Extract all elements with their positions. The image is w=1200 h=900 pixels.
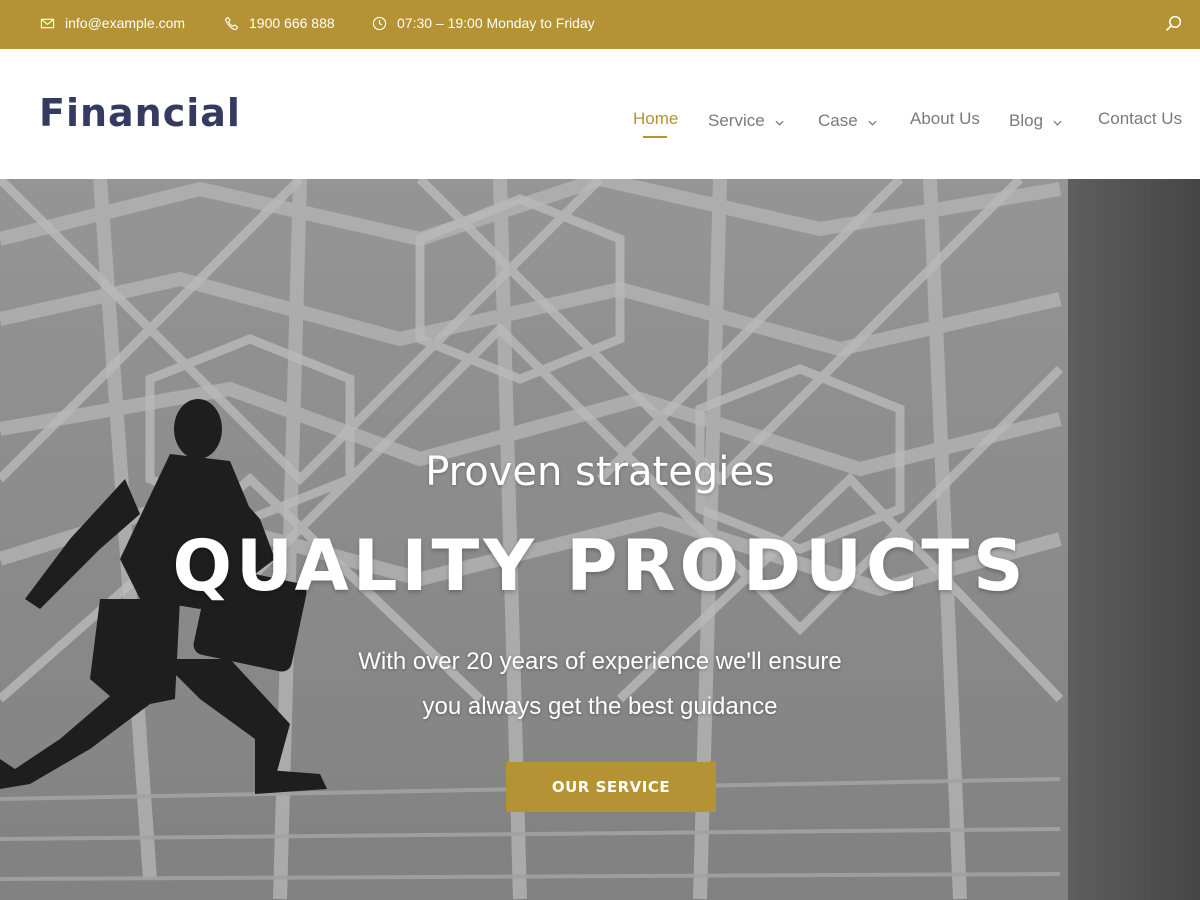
nav-item-label: About Us — [910, 109, 980, 128]
nav-item-blog[interactable]: Blog — [1009, 111, 1062, 131]
hero-description-line-2: you always get the best guidance — [422, 693, 778, 720]
nav-item-case[interactable]: Case — [818, 111, 877, 131]
clock-icon — [372, 16, 387, 30]
hero-title: QUALITY PRODUCTS — [172, 525, 1028, 607]
hero-content: Proven strategies QUALITY PRODUCTS With … — [0, 179, 1200, 900]
chevron-down-icon — [868, 120, 877, 126]
main-nav: Home Service Case About Us Blog Contact … — [0, 109, 1200, 149]
chevron-down-icon — [775, 120, 784, 126]
nav-item-label: Blog — [1009, 111, 1044, 130]
nav-item-contact-us[interactable]: Contact Us — [1098, 109, 1182, 129]
hours-text: 07:30 – 19:00 Monday to Friday — [397, 15, 595, 31]
phone-text: 1900 666 888 — [249, 15, 335, 31]
active-indicator — [643, 136, 667, 138]
nav-item-service[interactable]: Service — [708, 111, 784, 131]
mail-icon — [40, 18, 55, 28]
hero-subtitle: Proven strategies — [425, 449, 775, 495]
email-info[interactable]: info@example.com — [40, 15, 185, 31]
hours-info: 07:30 – 19:00 Monday to Friday — [372, 15, 595, 31]
nav-item-label: Contact Us — [1098, 109, 1183, 128]
phone-info[interactable]: 1900 666 888 — [224, 15, 335, 31]
phone-icon — [224, 16, 239, 30]
hero-description-line-1: With over 20 years of experience we'll e… — [358, 648, 842, 675]
search-icon[interactable] — [1165, 15, 1182, 32]
site-header: Financial Home Service Case About Us Blo… — [0, 49, 1200, 179]
nav-item-about-us[interactable]: About Us — [910, 109, 980, 129]
nav-item-label: Case — [818, 111, 858, 130]
chevron-down-icon — [1053, 120, 1062, 126]
email-text: info@example.com — [65, 15, 186, 31]
nav-item-label: Service — [708, 111, 765, 130]
hero-section: Proven strategies QUALITY PRODUCTS With … — [0, 179, 1200, 900]
nav-item-home[interactable]: Home — [633, 109, 679, 138]
top-bar: info@example.com 1900 666 888 07:30 – 19… — [0, 0, 1200, 49]
hero-description: With over 20 years of experience we'll e… — [0, 639, 1200, 729]
nav-item-label: Home — [633, 109, 679, 128]
our-service-button[interactable]: OUR SERVICE — [506, 762, 716, 812]
